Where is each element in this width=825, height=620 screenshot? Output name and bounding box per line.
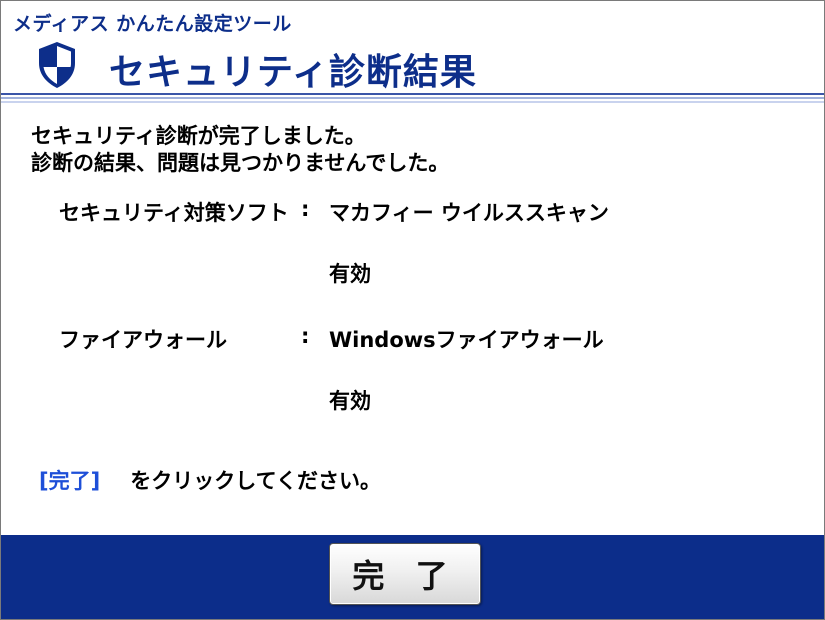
firewall-status: 有効 bbox=[329, 389, 371, 413]
divider bbox=[1, 97, 824, 99]
result-message: セキュリティ診断が完了しました。 診断の結果、問題は見つかりませんでした。 bbox=[31, 123, 449, 177]
divider bbox=[1, 101, 824, 103]
footer-bar: 完 了 bbox=[1, 535, 824, 619]
header: セキュリティ診断結果 bbox=[1, 35, 824, 93]
security-software-status: 有効 bbox=[329, 262, 371, 286]
firewall-product: Windowsファイアウォール bbox=[329, 328, 604, 352]
instruction: [完了] をクリックしてください。 bbox=[39, 465, 381, 495]
colon: : bbox=[301, 197, 310, 221]
app-title: メディアス かんたん設定ツール bbox=[13, 13, 292, 35]
security-software-product: マカフィー ウイルススキャン bbox=[329, 201, 609, 225]
message-line: セキュリティ診断が完了しました。 bbox=[31, 124, 366, 148]
page-title: セキュリティ診断結果 bbox=[109, 52, 477, 93]
done-button[interactable]: 完 了 bbox=[329, 543, 481, 605]
message-line: 診断の結果、問題は見つかりませんでした。 bbox=[31, 151, 450, 175]
colon: : bbox=[301, 324, 310, 348]
divider bbox=[1, 93, 824, 95]
instruction-text: をクリックしてください。 bbox=[130, 469, 381, 493]
security-software-label: セキュリティ対策ソフト bbox=[59, 201, 289, 225]
done-reference: [完了] bbox=[39, 469, 101, 493]
shield-icon bbox=[37, 41, 77, 89]
firewall-label: ファイアウォール bbox=[59, 328, 227, 352]
setup-window: メディアス かんたん設定ツール セキュリティ診断結果 セキュリティ診断が完了しま… bbox=[0, 0, 825, 620]
